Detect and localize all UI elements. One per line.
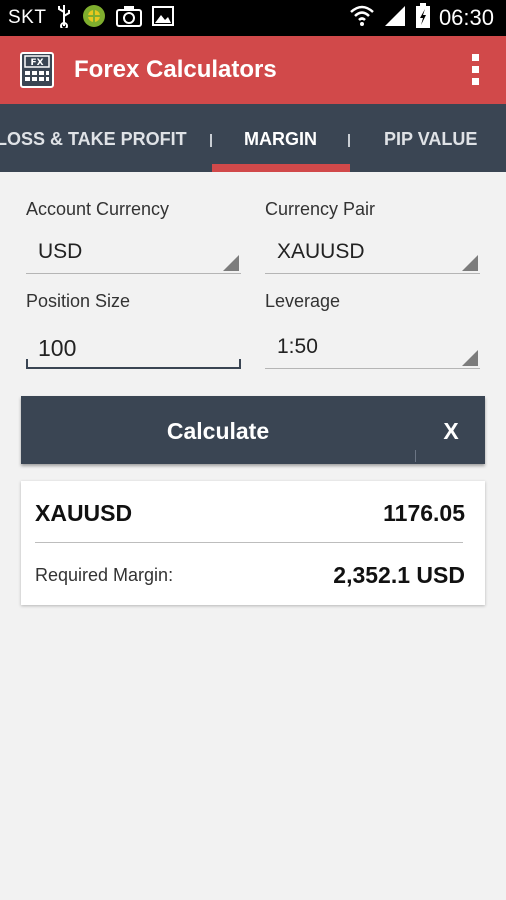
tab-margin[interactable]: MARGIN xyxy=(244,104,317,172)
logo-text: FX xyxy=(30,58,43,68)
tab-divider xyxy=(210,134,212,147)
active-tab-indicator xyxy=(212,164,350,172)
required-margin-label: Required Margin: xyxy=(35,565,174,585)
tab-divider xyxy=(348,134,350,147)
currency-pair-select[interactable]: XAUUSD xyxy=(265,234,480,274)
wifi-icon xyxy=(349,4,375,33)
camera-icon xyxy=(116,5,143,32)
clock: 06:30 xyxy=(438,5,494,30)
position-size-label: Position Size xyxy=(26,291,131,311)
dropdown-arrow-icon xyxy=(223,255,239,271)
fx-calculator-logo-icon: FX xyxy=(20,52,54,88)
currency-pair-value: XAUUSD xyxy=(277,240,365,263)
button-divider xyxy=(415,450,416,462)
account-currency-value: USD xyxy=(38,240,83,263)
result-pair: XAUUSD xyxy=(35,500,133,526)
position-size-input[interactable]: 100 xyxy=(26,329,241,369)
status-bar-right: 06:30 xyxy=(349,0,494,36)
calculate-bar: Calculate X xyxy=(21,396,485,464)
bonus-app-icon xyxy=(82,4,106,33)
usb-icon xyxy=(56,4,72,33)
status-bar: SKT 06:30 xyxy=(0,0,506,36)
signal-icon xyxy=(383,4,407,33)
leverage-label: Leverage xyxy=(265,291,341,311)
required-margin-value: 2,352.1 USD xyxy=(333,562,465,588)
calculate-button[interactable]: Calculate xyxy=(21,396,415,464)
gallery-icon xyxy=(152,5,175,31)
account-currency-label: Account Currency xyxy=(26,199,170,219)
result-price: 1176.05 xyxy=(383,500,465,526)
status-bar-left: SKT xyxy=(8,0,175,36)
tab-loss-take-profit[interactable]: LOSS & TAKE PROFIT xyxy=(0,104,187,172)
battery-charging-icon xyxy=(415,2,431,34)
carrier-label: SKT xyxy=(8,7,47,28)
clear-button[interactable]: X xyxy=(417,396,485,464)
account-currency-select[interactable]: USD xyxy=(26,234,241,274)
result-card: XAUUSD 1176.05 Required Margin: 2,352.1 … xyxy=(21,481,485,605)
tab-bar: LOSS & TAKE PROFIT MARGIN PIP VALUE xyxy=(0,104,506,172)
overflow-menu-icon[interactable] xyxy=(470,54,480,86)
currency-pair-label: Currency Pair xyxy=(265,199,376,219)
position-size-value: 100 xyxy=(38,335,77,361)
app-bar: FX Forex Calculators xyxy=(0,36,506,104)
app-title: Forex Calculators xyxy=(74,56,277,83)
tab-pip-value[interactable]: PIP VALUE xyxy=(384,104,477,172)
dropdown-arrow-icon xyxy=(462,255,478,271)
dropdown-arrow-icon xyxy=(462,350,478,366)
leverage-select[interactable]: 1:50 xyxy=(265,329,480,369)
leverage-value: 1:50 xyxy=(277,335,318,358)
